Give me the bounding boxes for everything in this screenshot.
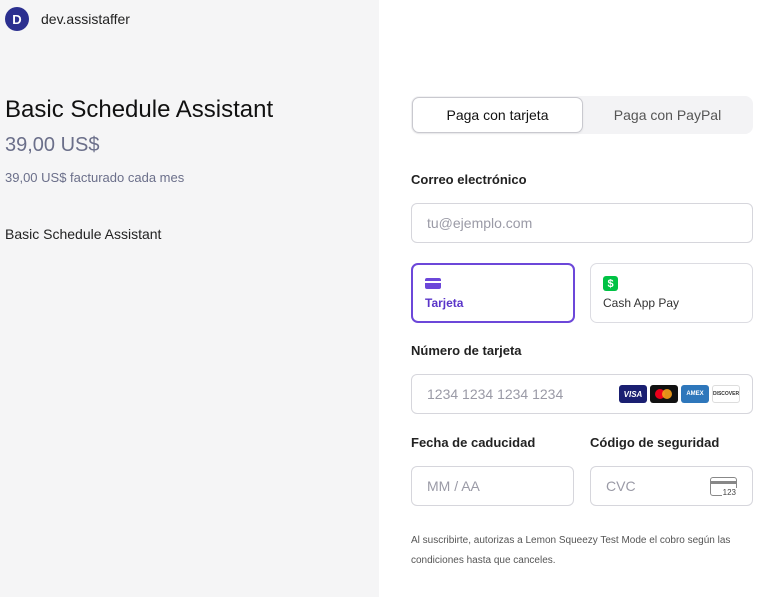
store-avatar: D xyxy=(5,7,29,31)
cash-app-icon: $ xyxy=(603,276,618,291)
discover-logo: DISCOVER xyxy=(712,385,740,403)
product-title: Basic Schedule Assistant xyxy=(5,96,274,123)
amex-logo: AMEX xyxy=(681,385,709,403)
product-description: Basic Schedule Assistant xyxy=(5,226,162,242)
billing-period: 39,00 US$ facturado cada mes xyxy=(5,170,185,185)
method-card-label: Tarjeta xyxy=(425,296,464,310)
payment-tabs: Paga con tarjeta Paga con PayPal xyxy=(411,96,753,134)
visa-logo: VISA xyxy=(619,385,647,403)
cvc-card-icon: 123 xyxy=(710,477,737,497)
method-cash-app-label: Cash App Pay xyxy=(603,296,680,310)
store-brand: D dev.assistaffer xyxy=(5,7,130,31)
cvc-icon-number: 123 xyxy=(721,488,737,497)
tab-pay-with-paypal[interactable]: Paga con PayPal xyxy=(583,97,752,133)
order-summary-panel: D dev.assistaffer Basic Schedule Assista… xyxy=(0,0,379,597)
store-name: dev.assistaffer xyxy=(41,11,130,27)
tab-pay-with-card[interactable]: Paga con tarjeta xyxy=(412,97,583,133)
expiry-label: Fecha de caducidad xyxy=(411,435,536,450)
mastercard-logo xyxy=(650,385,678,403)
email-label: Correo electrónico xyxy=(411,172,527,187)
method-cash-app[interactable]: $ Cash App Pay xyxy=(590,263,753,323)
credit-card-icon xyxy=(425,278,441,289)
cvc-label: Código de seguridad xyxy=(590,435,720,450)
method-card[interactable]: Tarjeta xyxy=(411,263,575,323)
card-number-label: Número de tarjeta xyxy=(411,343,522,358)
card-brands: VISA AMEX DISCOVER xyxy=(619,385,740,403)
consent-text: Al suscribirte, autorizas a Lemon Squeez… xyxy=(411,535,731,566)
email-field[interactable] xyxy=(411,203,753,243)
expiry-field[interactable] xyxy=(411,466,574,506)
product-price: 39,00 US$ xyxy=(5,134,100,156)
